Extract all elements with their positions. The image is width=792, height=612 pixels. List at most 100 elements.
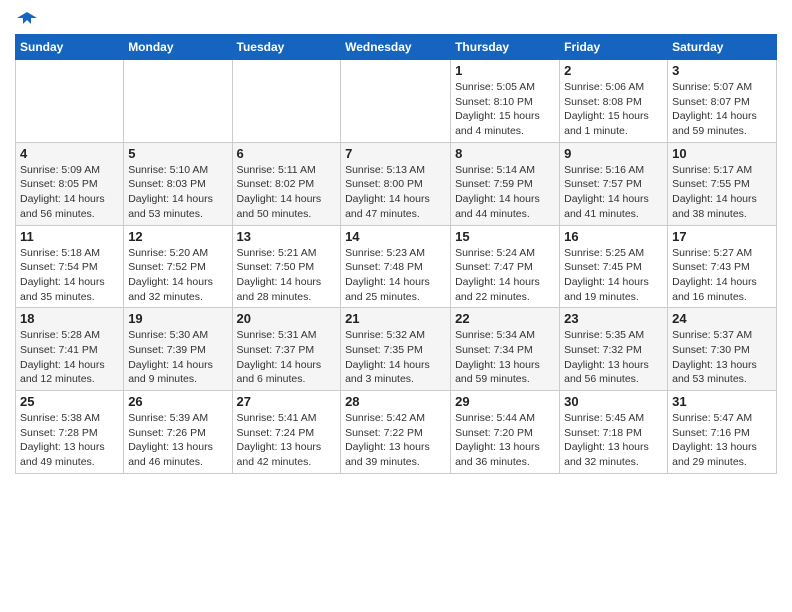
day-info: Sunrise: 5:34 AM Sunset: 7:34 PM Dayligh… [455,328,555,387]
calendar-table: SundayMondayTuesdayWednesdayThursdayFrid… [15,34,777,474]
day-info: Sunrise: 5:11 AM Sunset: 8:02 PM Dayligh… [237,163,337,222]
calendar-cell: 28 Sunrise: 5:42 AM Sunset: 7:22 PM Dayli… [341,391,451,474]
day-info: Sunrise: 5:14 AM Sunset: 7:59 PM Dayligh… [455,163,555,222]
calendar-cell: 19 Sunrise: 5:30 AM Sunset: 7:39 PM Dayli… [124,308,232,391]
calendar-cell [341,60,451,143]
calendar-cell: 5 Sunrise: 5:10 AM Sunset: 8:03 PM Daylig… [124,142,232,225]
calendar-cell: 22 Sunrise: 5:34 AM Sunset: 7:34 PM Dayli… [451,308,560,391]
day-info: Sunrise: 5:31 AM Sunset: 7:37 PM Dayligh… [237,328,337,387]
day-number: 19 [128,311,227,326]
calendar-cell: 31 Sunrise: 5:47 AM Sunset: 7:16 PM Dayli… [668,391,777,474]
day-number: 25 [20,394,119,409]
column-header-friday: Friday [560,35,668,60]
day-number: 11 [20,229,119,244]
day-number: 24 [672,311,772,326]
calendar-cell: 21 Sunrise: 5:32 AM Sunset: 7:35 PM Dayli… [341,308,451,391]
day-number: 5 [128,146,227,161]
day-number: 6 [237,146,337,161]
calendar-week-row: 1Sunrise: 5:05 AM Sunset: 8:10 PM Daylig… [16,60,777,143]
page-header [15,10,777,26]
day-info: Sunrise: 5:35 AM Sunset: 7:32 PM Dayligh… [564,328,663,387]
day-number: 10 [672,146,772,161]
day-info: Sunrise: 5:17 AM Sunset: 7:55 PM Dayligh… [672,163,772,222]
day-info: Sunrise: 5:27 AM Sunset: 7:43 PM Dayligh… [672,246,772,305]
column-header-tuesday: Tuesday [232,35,341,60]
day-info: Sunrise: 5:06 AM Sunset: 8:08 PM Dayligh… [564,80,663,139]
column-header-saturday: Saturday [668,35,777,60]
day-number: 31 [672,394,772,409]
day-number: 1 [455,63,555,78]
calendar-week-row: 11 Sunrise: 5:18 AM Sunset: 7:54 PM Dayli… [16,225,777,308]
calendar-cell: 16 Sunrise: 5:25 AM Sunset: 7:45 PM Dayli… [560,225,668,308]
day-number: 7 [345,146,446,161]
day-number: 9 [564,146,663,161]
calendar-cell: 1Sunrise: 5:05 AM Sunset: 8:10 PM Daylig… [451,60,560,143]
column-header-thursday: Thursday [451,35,560,60]
calendar-cell: 25 Sunrise: 5:38 AM Sunset: 7:28 PM Dayli… [16,391,124,474]
day-number: 23 [564,311,663,326]
day-number: 17 [672,229,772,244]
calendar-cell: 27Sunrise: 5:41 AM Sunset: 7:24 PM Dayli… [232,391,341,474]
day-number: 3 [672,63,772,78]
calendar-week-row: 18Sunrise: 5:28 AM Sunset: 7:41 PM Dayli… [16,308,777,391]
calendar-cell [232,60,341,143]
day-number: 22 [455,311,555,326]
logo-bird-icon [17,10,37,30]
column-header-wednesday: Wednesday [341,35,451,60]
calendar-header-row: SundayMondayTuesdayWednesdayThursdayFrid… [16,35,777,60]
calendar-week-row: 4Sunrise: 5:09 AM Sunset: 8:05 PM Daylig… [16,142,777,225]
day-number: 12 [128,229,227,244]
day-info: Sunrise: 5:37 AM Sunset: 7:30 PM Dayligh… [672,328,772,387]
day-number: 18 [20,311,119,326]
calendar-cell: 15Sunrise: 5:24 AM Sunset: 7:47 PM Dayli… [451,225,560,308]
day-number: 28 [345,394,446,409]
day-info: Sunrise: 5:45 AM Sunset: 7:18 PM Dayligh… [564,411,663,470]
day-number: 27 [237,394,337,409]
day-number: 21 [345,311,446,326]
calendar-cell: 24 Sunrise: 5:37 AM Sunset: 7:30 PM Dayli… [668,308,777,391]
day-info: Sunrise: 5:30 AM Sunset: 7:39 PM Dayligh… [128,328,227,387]
day-number: 20 [237,311,337,326]
calendar-cell: 26Sunrise: 5:39 AM Sunset: 7:26 PM Dayli… [124,391,232,474]
calendar-cell [124,60,232,143]
day-info: Sunrise: 5:07 AM Sunset: 8:07 PM Dayligh… [672,80,772,139]
calendar-cell: 4Sunrise: 5:09 AM Sunset: 8:05 PM Daylig… [16,142,124,225]
calendar-cell: 8 Sunrise: 5:14 AM Sunset: 7:59 PM Daylig… [451,142,560,225]
calendar-cell: 18Sunrise: 5:28 AM Sunset: 7:41 PM Dayli… [16,308,124,391]
calendar-cell: 11 Sunrise: 5:18 AM Sunset: 7:54 PM Dayli… [16,225,124,308]
day-info: Sunrise: 5:38 AM Sunset: 7:28 PM Dayligh… [20,411,119,470]
day-number: 29 [455,394,555,409]
calendar-cell: 6 Sunrise: 5:11 AM Sunset: 8:02 PM Daylig… [232,142,341,225]
day-info: Sunrise: 5:10 AM Sunset: 8:03 PM Dayligh… [128,163,227,222]
day-info: Sunrise: 5:32 AM Sunset: 7:35 PM Dayligh… [345,328,446,387]
day-number: 16 [564,229,663,244]
day-number: 14 [345,229,446,244]
day-info: Sunrise: 5:21 AM Sunset: 7:50 PM Dayligh… [237,246,337,305]
day-info: Sunrise: 5:18 AM Sunset: 7:54 PM Dayligh… [20,246,119,305]
day-number: 13 [237,229,337,244]
day-info: Sunrise: 5:20 AM Sunset: 7:52 PM Dayligh… [128,246,227,305]
day-number: 15 [455,229,555,244]
calendar-cell: 29 Sunrise: 5:44 AM Sunset: 7:20 PM Dayli… [451,391,560,474]
column-header-monday: Monday [124,35,232,60]
calendar-cell: 9Sunrise: 5:16 AM Sunset: 7:57 PM Daylig… [560,142,668,225]
calendar-cell: 12 Sunrise: 5:20 AM Sunset: 7:52 PM Dayli… [124,225,232,308]
day-info: Sunrise: 5:42 AM Sunset: 7:22 PM Dayligh… [345,411,446,470]
calendar-cell: 7Sunrise: 5:13 AM Sunset: 8:00 PM Daylig… [341,142,451,225]
calendar-cell: 30 Sunrise: 5:45 AM Sunset: 7:18 PM Dayli… [560,391,668,474]
day-info: Sunrise: 5:44 AM Sunset: 7:20 PM Dayligh… [455,411,555,470]
day-info: Sunrise: 5:25 AM Sunset: 7:45 PM Dayligh… [564,246,663,305]
calendar-cell: 3 Sunrise: 5:07 AM Sunset: 8:07 PM Daylig… [668,60,777,143]
day-info: Sunrise: 5:47 AM Sunset: 7:16 PM Dayligh… [672,411,772,470]
calendar-cell: 14 Sunrise: 5:23 AM Sunset: 7:48 PM Dayli… [341,225,451,308]
day-number: 8 [455,146,555,161]
calendar-week-row: 25 Sunrise: 5:38 AM Sunset: 7:28 PM Dayli… [16,391,777,474]
calendar-cell [16,60,124,143]
day-info: Sunrise: 5:23 AM Sunset: 7:48 PM Dayligh… [345,246,446,305]
day-info: Sunrise: 5:39 AM Sunset: 7:26 PM Dayligh… [128,411,227,470]
calendar-cell: 17 Sunrise: 5:27 AM Sunset: 7:43 PM Dayli… [668,225,777,308]
day-number: 30 [564,394,663,409]
logo [15,10,37,26]
calendar-cell: 2Sunrise: 5:06 AM Sunset: 8:08 PM Daylig… [560,60,668,143]
day-info: Sunrise: 5:09 AM Sunset: 8:05 PM Dayligh… [20,163,119,222]
